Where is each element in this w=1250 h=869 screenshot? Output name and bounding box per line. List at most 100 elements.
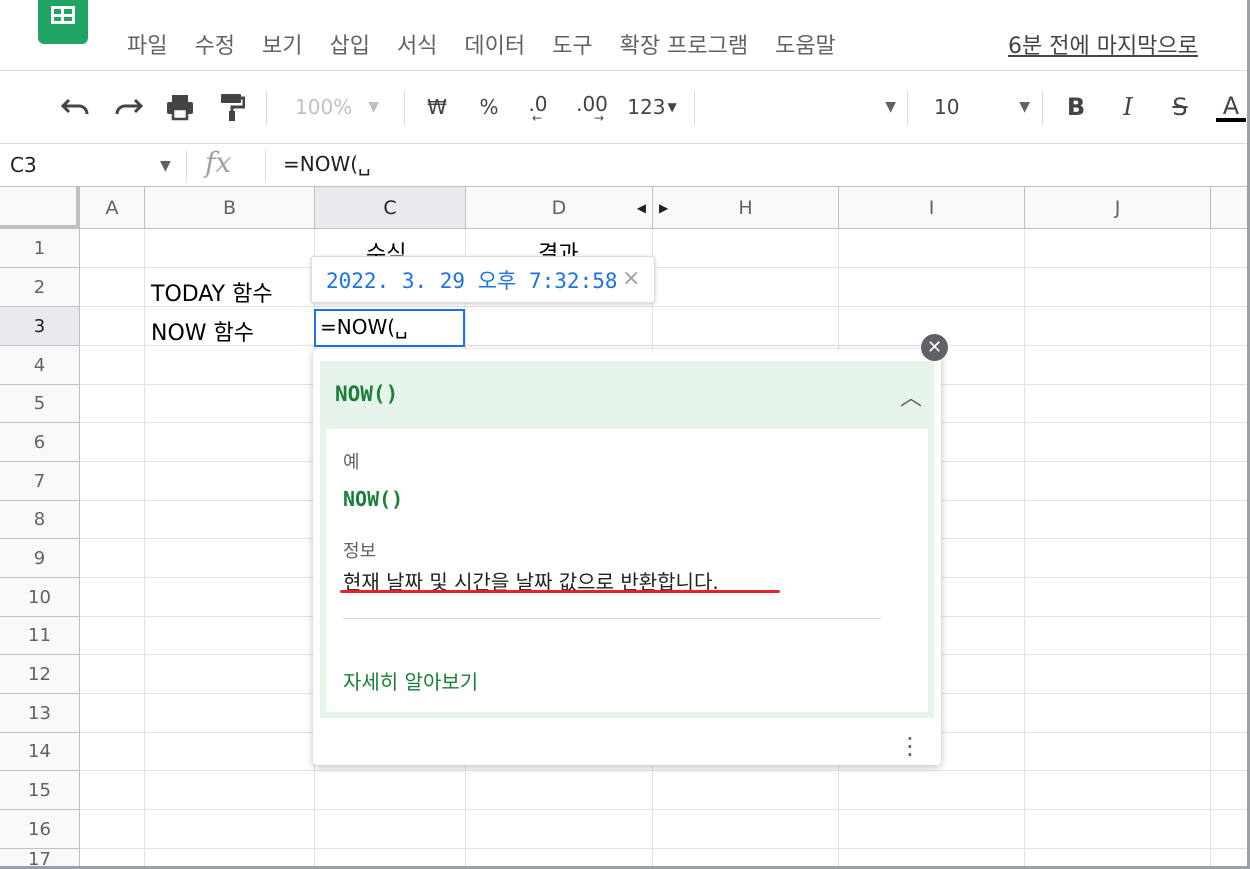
row-header-4[interactable]: 4 bbox=[0, 346, 80, 385]
grid-line bbox=[80, 267, 1250, 268]
menu-help[interactable]: 도움말 bbox=[775, 28, 836, 60]
bold-icon: B bbox=[1066, 93, 1086, 121]
currency-icon: ₩ bbox=[427, 95, 447, 119]
close-icon[interactable]: × bbox=[622, 266, 640, 291]
formula-bar-separator bbox=[186, 150, 187, 182]
more-vert-icon[interactable]: ⋮ bbox=[898, 732, 922, 760]
formula-input[interactable]: =NOW(␣ bbox=[283, 152, 371, 176]
info-label: 정보 bbox=[343, 541, 377, 562]
redo-icon[interactable] bbox=[110, 91, 146, 123]
arrow-left-icon: ← bbox=[532, 111, 543, 125]
percent-icon: % bbox=[479, 95, 499, 119]
paint-format-icon[interactable] bbox=[214, 91, 250, 123]
row-header-7[interactable]: 7 bbox=[0, 462, 80, 501]
decrease-decimal-button[interactable]: .0 ← bbox=[518, 91, 558, 125]
font-size-value: 10 bbox=[934, 95, 960, 119]
name-box[interactable]: C3 bbox=[10, 152, 180, 178]
annotation-underline bbox=[340, 590, 780, 593]
menu-insert[interactable]: 삽입 bbox=[329, 28, 369, 60]
zoom-select[interactable]: 100% ▼ bbox=[282, 91, 392, 123]
menu-view[interactable]: 보기 bbox=[262, 28, 302, 60]
column-header-h[interactable]: ▶ H bbox=[653, 187, 839, 229]
row-header-5[interactable]: 5 bbox=[0, 385, 80, 423]
menu-edit[interactable]: 수정 bbox=[194, 28, 234, 60]
undo-icon[interactable] bbox=[58, 91, 94, 123]
grid-line bbox=[80, 809, 1250, 810]
fx-icon: fx bbox=[205, 146, 232, 179]
column-header-c[interactable]: C bbox=[315, 187, 466, 229]
row-header-16[interactable]: 16 bbox=[0, 810, 80, 849]
cell-b2[interactable]: TODAY 함수 bbox=[151, 276, 273, 308]
formula-bar-separator bbox=[265, 150, 266, 182]
chevron-down-icon: ▼ bbox=[667, 100, 677, 114]
arrow-right-icon: → bbox=[594, 111, 605, 125]
row-header-10[interactable]: 10 bbox=[0, 578, 80, 617]
currency-button[interactable]: ₩ bbox=[420, 91, 454, 123]
number-format-label: 123 bbox=[627, 95, 666, 119]
toolbar: 100% ▼ ₩ % .0 ← .00 → 123 ▼ ▼ 10 ▼ B I S… bbox=[0, 71, 1250, 143]
last-edit-link[interactable]: 6분 전에 마지막으로 bbox=[1008, 28, 1198, 60]
row-header-2[interactable]: 2 bbox=[0, 268, 80, 307]
chevron-up-icon[interactable]: ︿ bbox=[900, 380, 922, 412]
toolbar-divider bbox=[0, 143, 1250, 144]
row-header-8[interactable]: 8 bbox=[0, 501, 80, 539]
italic-icon: I bbox=[1123, 93, 1133, 121]
chevron-down-icon: ▼ bbox=[885, 99, 896, 115]
row-header-3[interactable]: 3 bbox=[0, 307, 80, 346]
example-label: 예 bbox=[343, 452, 360, 473]
text-color-button[interactable]: A bbox=[1214, 91, 1248, 123]
sheets-logo-icon[interactable] bbox=[38, 0, 88, 44]
menu-data[interactable]: 데이터 bbox=[464, 28, 525, 60]
learn-more-link[interactable]: 자세히 알아보기 bbox=[343, 666, 478, 695]
cell-editor-text[interactable]: =NOW(␣ bbox=[320, 315, 408, 339]
toolbar-separator bbox=[404, 91, 405, 125]
select-all-corner[interactable] bbox=[0, 187, 80, 229]
column-header-a[interactable]: A bbox=[80, 187, 145, 229]
tooltip-value: 2022. 3. 29 오후 7:32:58 bbox=[326, 269, 618, 293]
row-header-12[interactable]: 12 bbox=[0, 655, 80, 694]
cell-b3[interactable]: NOW 함수 bbox=[151, 315, 254, 347]
column-header-j[interactable]: J bbox=[1025, 187, 1211, 229]
column-header-h-label: H bbox=[738, 196, 753, 219]
print-icon[interactable] bbox=[162, 91, 198, 123]
row-header-6[interactable]: 6 bbox=[0, 423, 80, 462]
grid-line bbox=[80, 848, 1250, 849]
grid-line bbox=[80, 345, 1250, 346]
close-help-icon[interactable]: ✕ bbox=[921, 334, 948, 361]
example-code: NOW() bbox=[343, 487, 404, 511]
column-header-d[interactable]: D ◀ bbox=[466, 187, 653, 229]
chevron-down-icon: ▼ bbox=[368, 99, 379, 115]
row-header-9[interactable]: 9 bbox=[0, 539, 80, 578]
row-header-1[interactable]: 1 bbox=[0, 229, 80, 268]
italic-button[interactable]: I bbox=[1112, 91, 1144, 123]
column-header-b[interactable]: B bbox=[145, 187, 315, 229]
toolbar-separator bbox=[907, 91, 908, 125]
menu-format[interactable]: 서식 bbox=[397, 28, 437, 60]
chevron-down-icon[interactable]: ▼ bbox=[160, 158, 171, 174]
text-color-swatch bbox=[1216, 118, 1246, 122]
row-header-15[interactable]: 15 bbox=[0, 771, 80, 810]
font-size-select[interactable]: 10 ▼ bbox=[920, 91, 1030, 123]
collapse-left-icon[interactable]: ◀ bbox=[637, 201, 646, 215]
cell-c1[interactable]: 수식 bbox=[366, 236, 406, 256]
menu-extensions[interactable]: 확장 프로그램 bbox=[620, 28, 748, 60]
font-family-select[interactable]: ▼ bbox=[710, 91, 896, 123]
column-header-k[interactable] bbox=[1211, 187, 1250, 229]
row-header-14[interactable]: 14 bbox=[0, 733, 80, 771]
bold-button[interactable]: B bbox=[1060, 91, 1092, 123]
number-format-select[interactable]: 123 ▼ bbox=[622, 91, 682, 123]
strikethrough-icon: S bbox=[1172, 93, 1188, 121]
expand-right-icon[interactable]: ▶ bbox=[659, 201, 668, 215]
menu-file[interactable]: 파일 bbox=[127, 28, 167, 60]
cell-d1[interactable]: 결과 bbox=[538, 236, 578, 256]
help-card-header[interactable] bbox=[320, 361, 934, 429]
increase-decimal-button[interactable]: .00 → bbox=[570, 91, 614, 125]
row-header-11[interactable]: 11 bbox=[0, 617, 80, 655]
column-header-i[interactable]: I bbox=[839, 187, 1025, 229]
strikethrough-button[interactable]: S bbox=[1164, 91, 1196, 123]
percent-button[interactable]: % bbox=[472, 91, 506, 123]
menu-tools[interactable]: 도구 bbox=[552, 28, 592, 60]
chevron-down-icon: ▼ bbox=[1019, 99, 1030, 115]
help-function-signature: NOW() bbox=[335, 382, 399, 406]
row-header-13[interactable]: 13 bbox=[0, 694, 80, 733]
